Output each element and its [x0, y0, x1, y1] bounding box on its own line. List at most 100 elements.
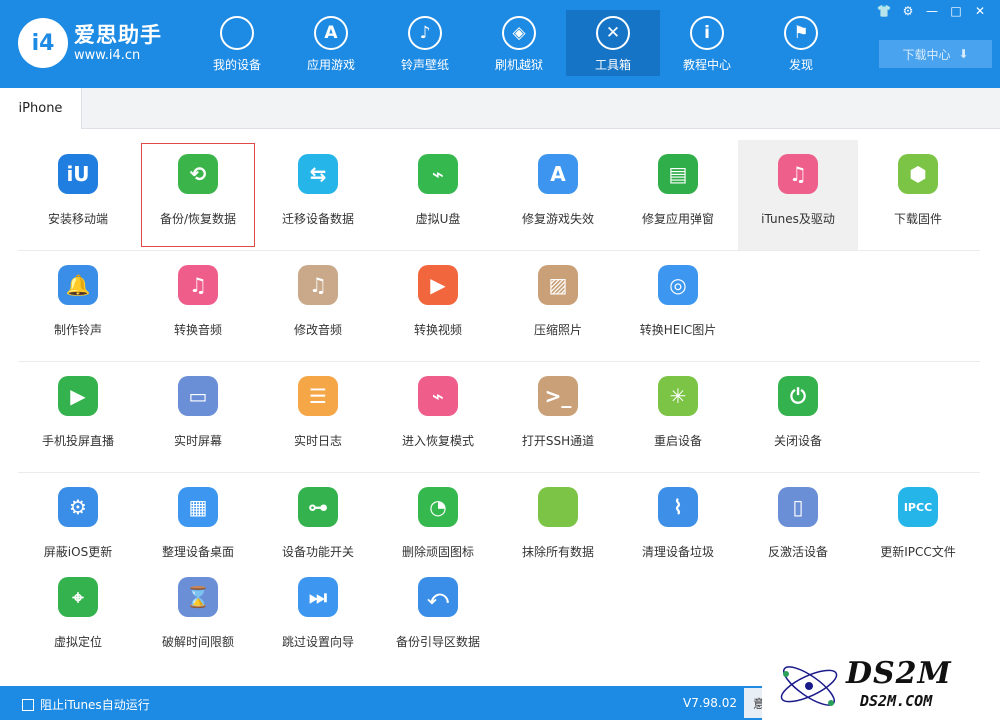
nav-label: 发现: [788, 58, 813, 72]
tool-item[interactable]: ⌛ 破解时间限额: [138, 563, 258, 653]
location-pin-icon: ⌖: [58, 577, 98, 617]
nav-label: 刷机越狱: [494, 58, 543, 72]
tool-label: 更新IPCC文件: [880, 545, 956, 559]
apple-icon: [220, 16, 254, 50]
itunes-autorun-toggle[interactable]: 阻止iTunes自动运行: [22, 696, 150, 713]
deactivate-device-icon: ▯: [778, 487, 818, 527]
tool-label: 屏蔽iOS更新: [43, 545, 113, 559]
tool-label: 实时日志: [293, 434, 342, 448]
tool-item[interactable]: ⇆ 迁移设备数据: [258, 140, 378, 250]
tool-label: 手机投屏直播: [41, 434, 114, 448]
tool-item[interactable]: ⌖ 虚拟定位: [18, 563, 138, 653]
tool-label: 关闭设备: [773, 434, 822, 448]
tool-item[interactable]: ▦ 整理设备桌面: [138, 473, 258, 563]
tool-item[interactable]: ⟲ 备份/恢复数据: [138, 140, 258, 250]
nav-item-7[interactable]: ⚑ 发现: [754, 10, 848, 76]
dropbox-icon: ◈: [502, 16, 536, 50]
tool-item[interactable]: ♫ 修改音频: [258, 251, 378, 361]
tool-label: 跳过设置向导: [281, 635, 354, 649]
tool-item[interactable]: ▭ 实时屏幕: [138, 362, 258, 472]
tool-item[interactable]: ▨ 压缩照片: [498, 251, 618, 361]
tool-item[interactable]: ▤ 修复应用弹窗: [618, 140, 738, 250]
tool-item[interactable]: ▯ 反激活设备: [738, 473, 858, 563]
nav-label: 教程中心: [682, 58, 731, 72]
device-tab-bar: iPhone: [0, 88, 1000, 129]
maximize-icon[interactable]: □: [944, 2, 968, 20]
tool-item[interactable]: >_ 打开SSH通道: [498, 362, 618, 472]
skin-icon[interactable]: 👕: [872, 2, 896, 20]
watermark: DS2M DS2M.COM: [762, 652, 1000, 720]
tool-label: 转换HEIC图片: [639, 323, 717, 337]
nav-label: 铃声壁纸: [400, 58, 449, 72]
tool-item[interactable]: ⚙ 屏蔽iOS更新: [18, 473, 138, 563]
itunes-autorun-checkbox[interactable]: [22, 698, 34, 711]
tool-item[interactable]: ⌁ 虚拟U盘: [378, 140, 498, 250]
itunes-icon: ♫: [778, 154, 818, 194]
tool-item[interactable]: ◎ 转换HEIC图片: [618, 251, 738, 361]
tool-item[interactable]: ♫ 转换音频: [138, 251, 258, 361]
tool-label: 设备功能开关: [281, 545, 354, 559]
version-label: V7.98.02: [683, 696, 738, 710]
nav-item-6[interactable]: i 教程中心: [660, 10, 754, 76]
tab-iphone[interactable]: iPhone: [0, 88, 82, 129]
tool-item[interactable]: ☰ 实时日志: [258, 362, 378, 472]
tool-row: ⚙ 屏蔽iOS更新 ▦ 整理设备桌面 ⊶ 设备功能开关 ◔ 删除顽固图标 抹除所有数据 ⌇ 清理设备…: [18, 473, 980, 563]
app-url: www.i4.cn: [74, 48, 141, 63]
tool-item[interactable]: ▶ 手机投屏直播: [18, 362, 138, 472]
close-icon[interactable]: ✕: [968, 2, 992, 20]
tool-item[interactable]: ⏭ 跳过设置向导: [258, 563, 378, 653]
erase-data-icon: [538, 487, 578, 527]
monitor-icon: ▭: [178, 376, 218, 416]
download-center-button[interactable]: 下载中心 ⬇: [879, 40, 992, 68]
nav-item-2[interactable]: A 应用游戏: [284, 10, 378, 76]
settings-icon[interactable]: ⚙: [896, 2, 920, 20]
tool-item[interactable]: ⏻ 关闭设备: [738, 362, 858, 472]
tool-label: 下载固件: [893, 212, 942, 226]
power-icon: ⏻: [778, 376, 818, 416]
tool-label: 反激活设备: [767, 545, 828, 559]
tool-item[interactable]: 🔔 制作铃声: [18, 251, 138, 361]
watermark-main: DS2M: [846, 656, 952, 691]
nav-item-3[interactable]: ♪ 铃声壁纸: [378, 10, 472, 76]
music-note-icon: ♫: [178, 265, 218, 305]
tool-label: 抹除所有数据: [521, 545, 594, 559]
tools-icon: ✕: [596, 16, 630, 50]
tool-label: 删除顽固图标: [401, 545, 474, 559]
tool-item[interactable]: ⌁ 进入恢复模式: [378, 362, 498, 472]
backup-restore-icon: ⟲: [178, 154, 218, 194]
tool-row: iU 安装移动端 ⟲ 备份/恢复数据 ⇆ 迁移设备数据 ⌁ 虚拟U盘 A 修复游戏失效 ▤ 修复应用弹…: [18, 140, 980, 251]
bell-icon: 🔔: [58, 265, 98, 305]
tool-item[interactable]: A 修复游戏失效: [498, 140, 618, 250]
restart-icon: ✳: [658, 376, 698, 416]
heic-image-icon: ◎: [658, 265, 698, 305]
tool-item[interactable]: ◔ 删除顽固图标: [378, 473, 498, 563]
tool-item[interactable]: iU 安装移动端: [18, 140, 138, 250]
nav-item-1[interactable]: 我的设备: [190, 10, 284, 76]
tool-item[interactable]: ♫ iTunes及驱动: [738, 140, 858, 250]
nav-item-4[interactable]: ◈ 刷机越狱: [472, 10, 566, 76]
itunes-autorun-label: 阻止iTunes自动运行: [40, 698, 150, 712]
app-store-icon: A: [314, 16, 348, 50]
tool-item[interactable]: ⬢ 下载固件: [858, 140, 978, 250]
tool-item[interactable]: IPCC 更新IPCC文件: [858, 473, 978, 563]
tool-label: 备份/恢复数据: [159, 212, 237, 226]
tool-item[interactable]: ⌇ 清理设备垃圾: [618, 473, 738, 563]
tool-label: 清理设备垃圾: [641, 545, 714, 559]
flag-icon: ⚑: [784, 16, 818, 50]
toolbox-grid: iU 安装移动端 ⟲ 备份/恢复数据 ⇆ 迁移设备数据 ⌁ 虚拟U盘 A 修复游戏失效 ▤ 修复应用弹…: [18, 140, 980, 653]
boot-backup-icon: ⤺: [418, 577, 458, 617]
nav-item-5[interactable]: ✕ 工具箱: [566, 10, 660, 76]
tool-item[interactable]: ⤺ 备份引导区数据: [378, 563, 498, 653]
tool-label: 制作铃声: [53, 323, 102, 337]
tool-item[interactable]: 抹除所有数据: [498, 473, 618, 563]
music-icon: ♪: [408, 16, 442, 50]
tool-item[interactable]: ⊶ 设备功能开关: [258, 473, 378, 563]
tool-label: 安装移动端: [47, 212, 108, 226]
tool-item[interactable]: ▶ 转换视频: [378, 251, 498, 361]
ssh-terminal-icon: >_: [538, 376, 578, 416]
minimize-icon[interactable]: —: [920, 2, 944, 20]
firmware-box-icon: ⬢: [898, 154, 938, 194]
tool-item[interactable]: ✳ 重启设备: [618, 362, 738, 472]
skip-wizard-icon: ⏭: [298, 577, 338, 617]
tool-row: ▶ 手机投屏直播 ▭ 实时屏幕 ☰ 实时日志 ⌁ 进入恢复模式 >_ 打开SSH通道 ✳ 重启设备 ⏻ 关…: [18, 362, 980, 473]
